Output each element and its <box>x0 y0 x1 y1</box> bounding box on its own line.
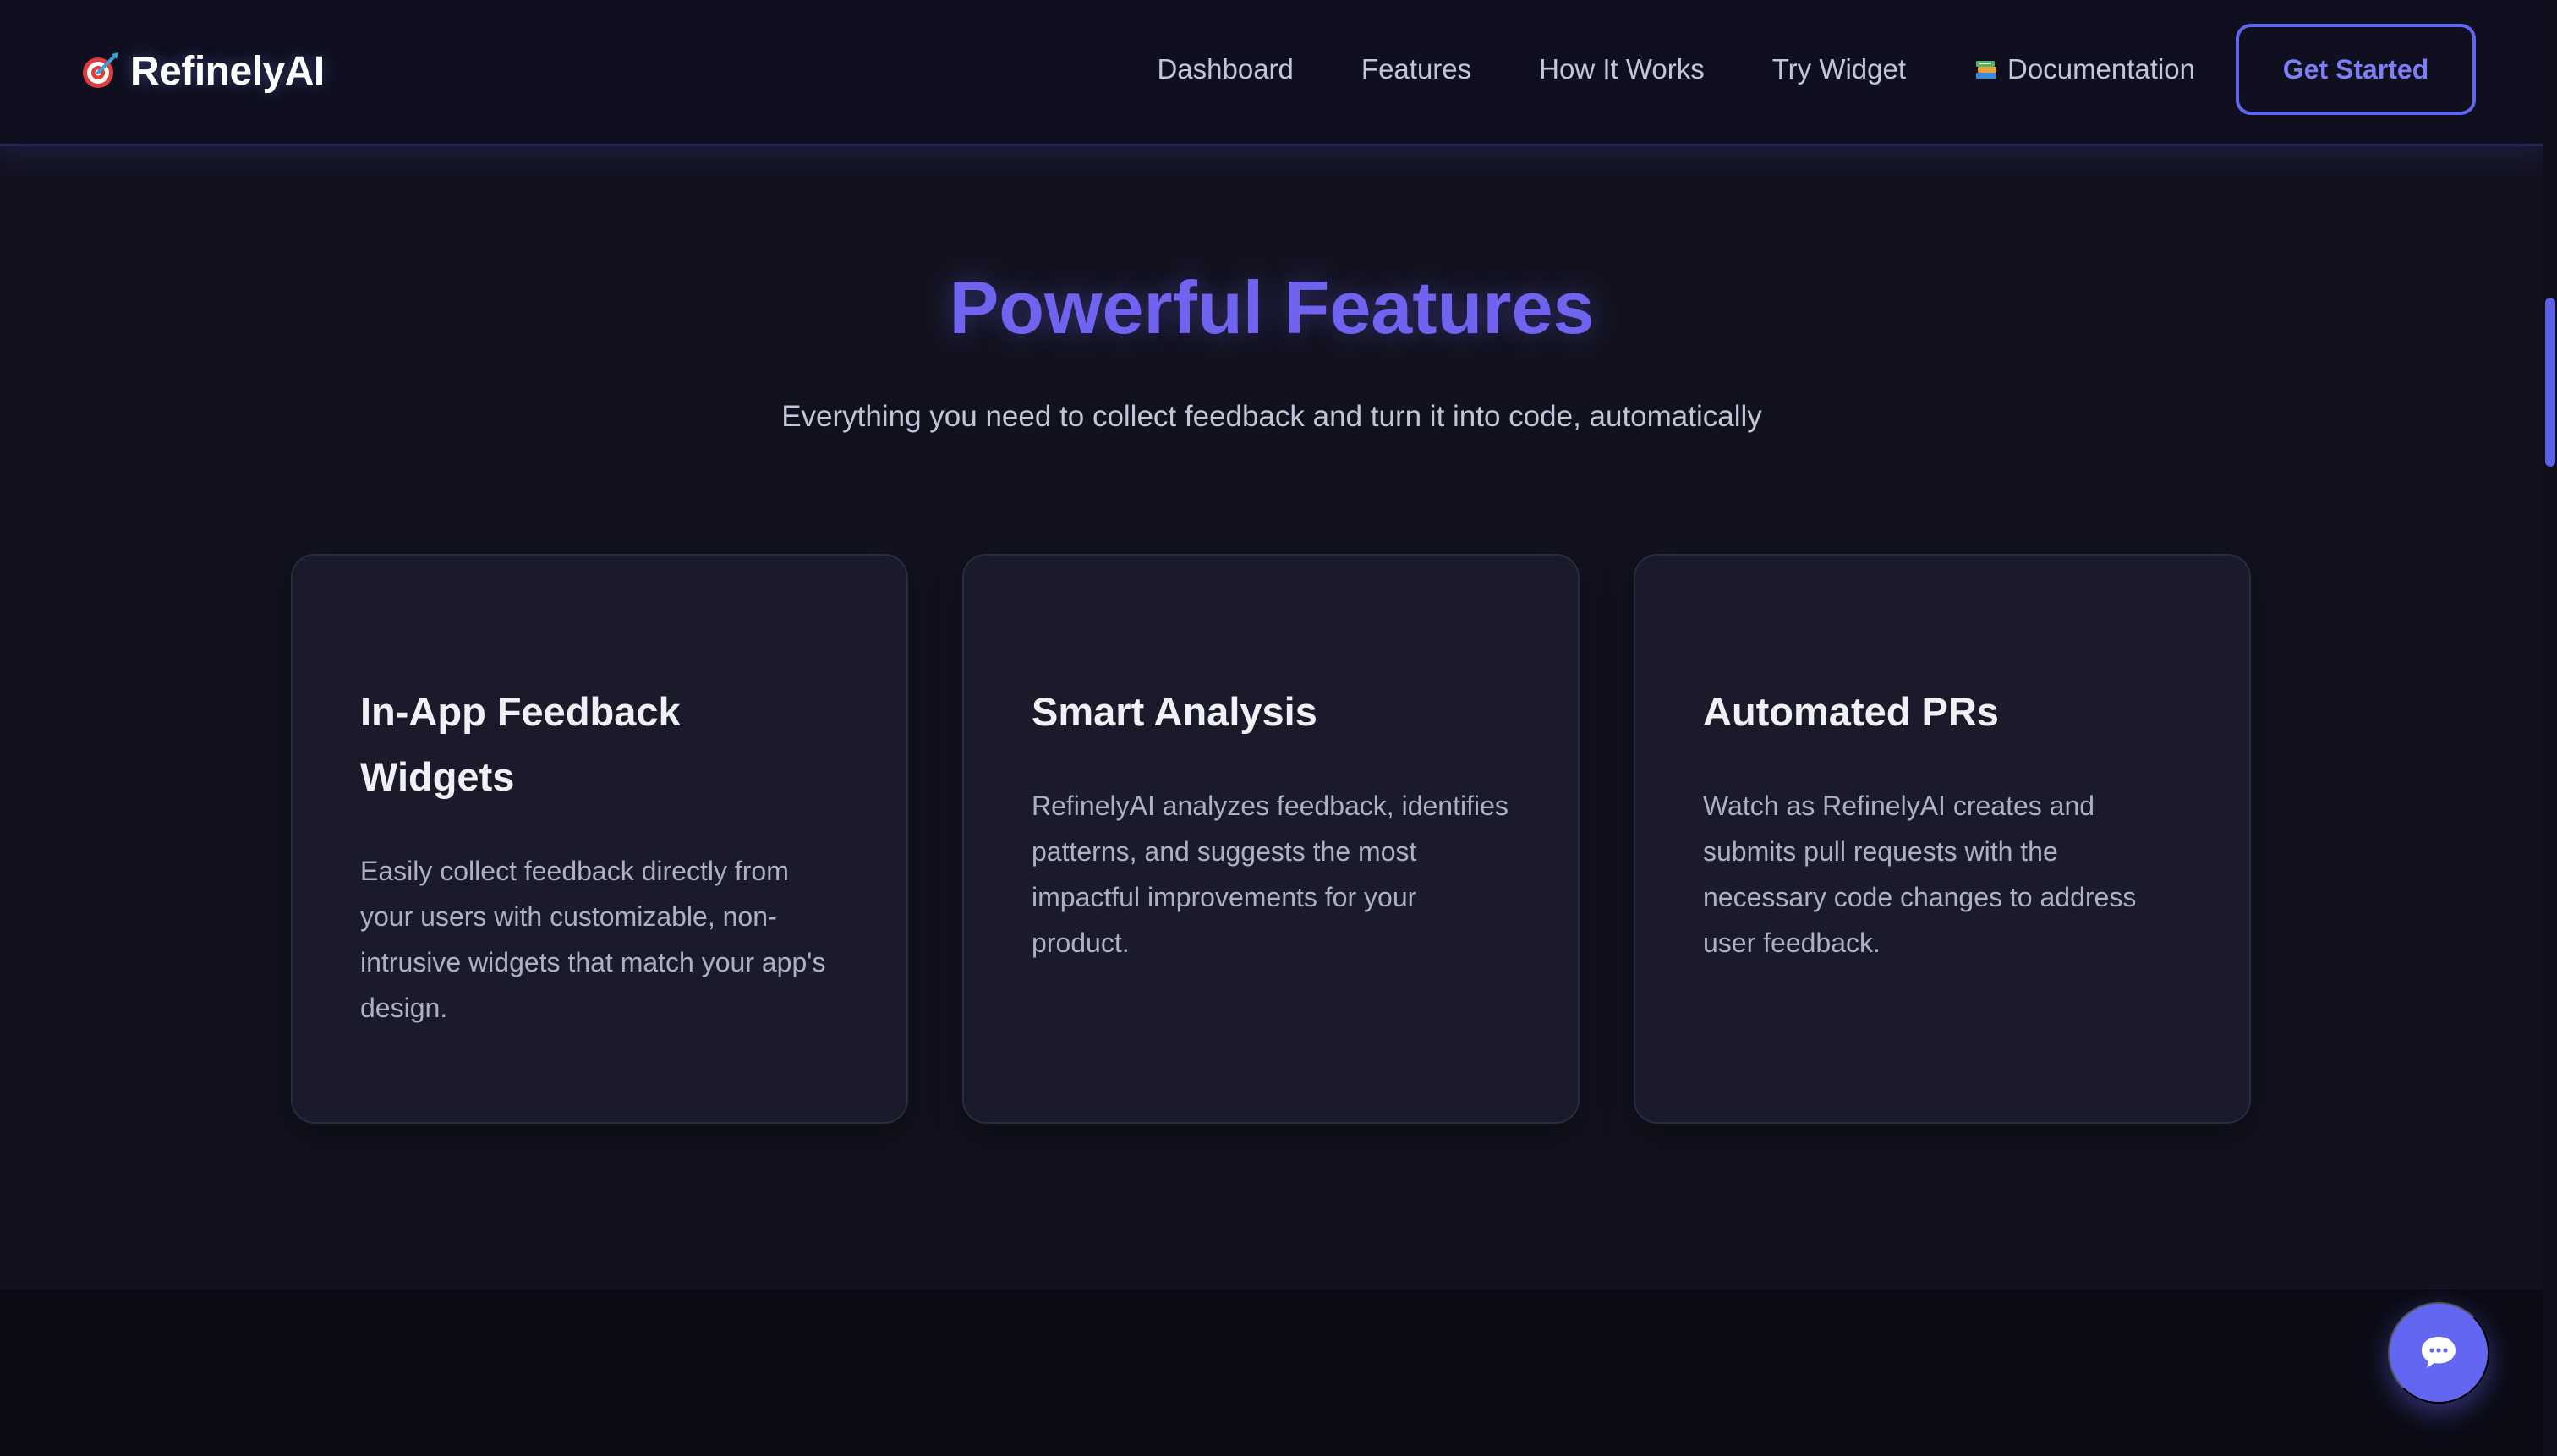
books-icon <box>1974 57 1999 82</box>
top-nav-bar: RefinelyAI Dashboard Features How It Wor… <box>0 0 2543 146</box>
nav-link-documentation[interactable]: Documentation <box>1974 53 2195 85</box>
scrollbar[interactable] <box>2543 0 2557 1456</box>
feature-card-title: Smart Analysis <box>1032 689 1317 734</box>
main-nav: Dashboard Features How It Works Try Widg… <box>1157 22 2476 117</box>
scrollbar-thumb[interactable] <box>2545 298 2555 467</box>
page: RefinelyAI Dashboard Features How It Wor… <box>0 0 2557 1456</box>
nav-link-try-widget[interactable]: Try Widget <box>1772 53 1906 85</box>
feature-card-description: Easily collect feedback directly from yo… <box>360 856 826 1023</box>
brand-logo[interactable]: RefinelyAI <box>78 44 325 98</box>
feature-card-smart-analysis: Smart Analysis RefinelyAI analyzes feedb… <box>962 554 1580 1124</box>
feature-card-description: Watch as RefinelyAI creates and submits … <box>1703 791 2137 958</box>
nav-link-dashboard[interactable]: Dashboard <box>1157 53 1293 85</box>
feature-card-automated-prs: Automated PRs Watch as RefinelyAI create… <box>1634 554 2251 1124</box>
section-subtitle: Everything you need to collect feedback … <box>781 400 1762 433</box>
nav-link-documentation-label: Documentation <box>2007 53 2195 85</box>
feature-card-description: RefinelyAI analyzes feedback, identifies… <box>1032 791 1508 958</box>
feature-card-title: Automated PRs <box>1703 689 1999 734</box>
chat-bubble-icon <box>2418 1333 2459 1373</box>
next-section <box>0 1289 2543 1456</box>
chat-button[interactable] <box>2388 1302 2489 1404</box>
feature-card-title: In-App Feedback Widgets <box>360 689 681 799</box>
features-section: Powerful Features Everything you need to… <box>0 146 2543 1289</box>
target-dart-icon <box>78 49 122 93</box>
nav-link-how-it-works[interactable]: How It Works <box>1539 53 1705 85</box>
section-title: Powerful Features <box>949 265 1595 349</box>
brand-name: RefinelyAI <box>130 48 325 94</box>
feature-card-in-app-feedback: In-App Feedback Widgets Easily collect f… <box>291 554 908 1124</box>
get-started-button[interactable]: Get Started <box>2236 24 2476 115</box>
nav-link-features[interactable]: Features <box>1361 53 1471 85</box>
